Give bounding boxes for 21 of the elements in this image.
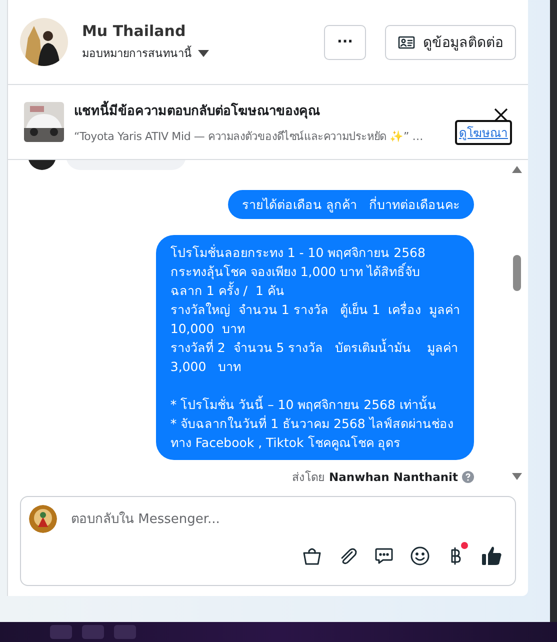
thumbs-up-icon[interactable] — [481, 545, 503, 567]
sent-by-label: ส่งโดย — [292, 469, 326, 486]
page-avatar — [29, 505, 57, 533]
contact-name: Mu Thailand — [82, 22, 187, 40]
help-icon[interactable] — [462, 471, 474, 483]
ad-snippet: “Toyota Yaris ATIV Mid — ความลงตัวของดีไซน์และความประหยัด ✨” … — [74, 128, 424, 144]
scroll-down-arrow-icon[interactable] — [512, 473, 522, 480]
scrollbar-thumb[interactable] — [513, 255, 521, 291]
message-bubble: รายได้ต่อเดือน ลูกค้า กี่บาทต่อเดือนคะ — [228, 190, 474, 219]
caret-icon[interactable] — [198, 50, 209, 56]
assign-conversation-label[interactable]: มอบหมายการสนทนานี้ — [82, 44, 192, 62]
scroll-up-arrow-icon[interactable] — [512, 166, 522, 173]
contact-card-icon — [398, 36, 415, 48]
profile-avatar — [20, 18, 68, 66]
view-ad-link[interactable]: ดูโฆษณา — [455, 120, 512, 145]
message-bubble: โปรโมชั่นลอยกระทง 1 - 10 พฤศจิกายน 2568 กระทงลุ้นโชค จองเพียง 1,000 บาท ได้สิทธิ์จับ ฉลาก 1 ครั้ง / 1 คัน รางวัลใหญ่ จำนวน 1 รางวัล ตู้เย็น 1 เครื่อง มูลค่า 10,000 บาท รางวัลที่ 2 จำนวน 5 รางวัล บัตรเติมน้ำมัน มูลค่า 3,000 บาท * โปรโมชั่น วันนี้ – 10 พฤศจิกายน 2568 เท่านั้น * จับฉลากในวันที่ 1 ธันวาคม 2568 ไลฟ์สดผ่านช่อง ทาง Facebook , Tiktok โชคคูณโชค อุดร — [156, 235, 474, 460]
emoji-icon[interactable] — [409, 545, 431, 567]
sender-name: Nanwhan Nanthanit — [329, 470, 458, 484]
more-button[interactable]: ··· — [324, 24, 366, 60]
view-contact-button[interactable]: ดูข้อมูลติดต่อ — [385, 24, 516, 60]
ad-reply-notice-title: แชทนี้มีข้อความตอบกลับต่อโฆษณาของคุณ — [74, 100, 445, 120]
